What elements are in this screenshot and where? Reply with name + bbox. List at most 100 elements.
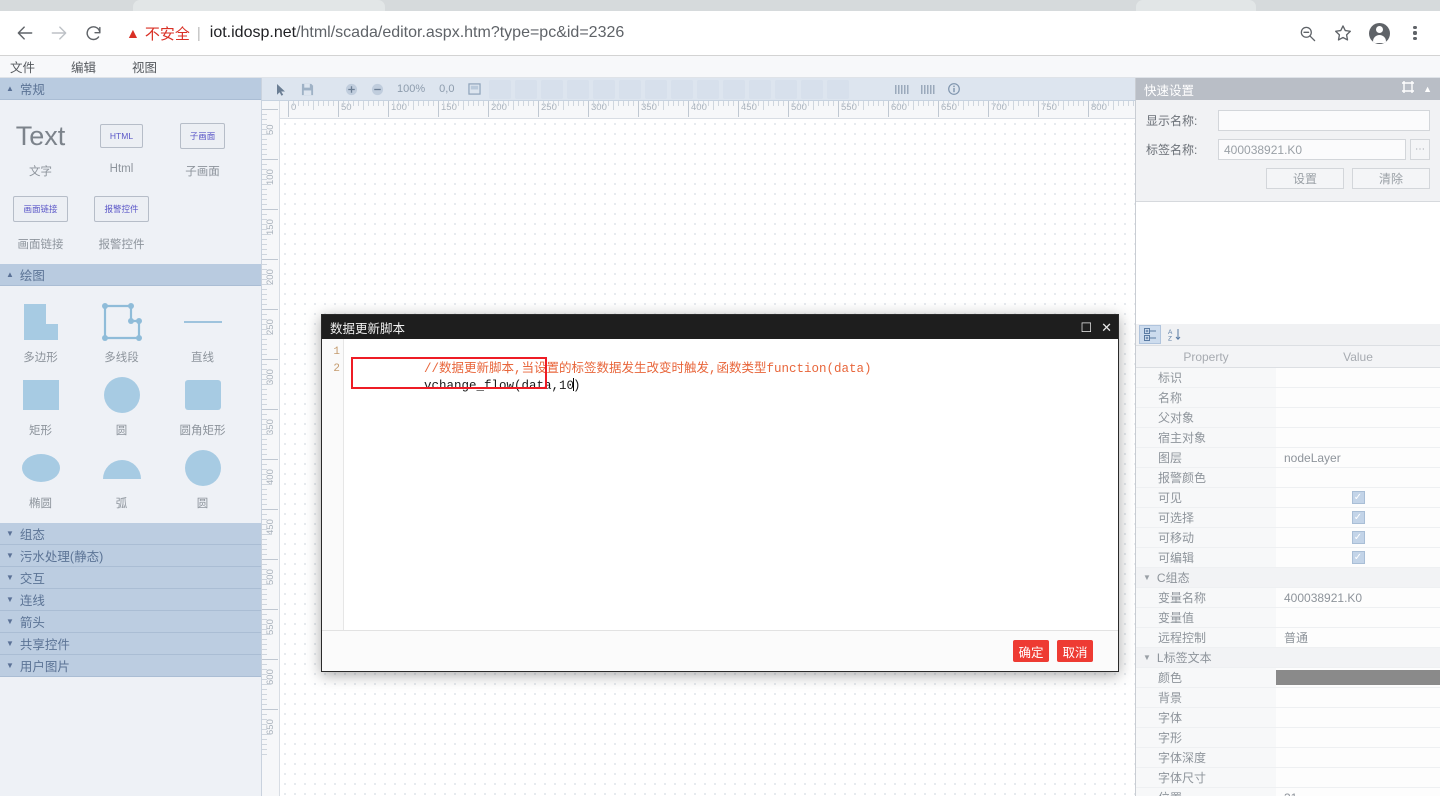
palette-item-arc[interactable]: 弧 xyxy=(81,440,162,513)
star-icon[interactable] xyxy=(1328,18,1358,48)
palette-item-polyline[interactable]: 多线段 xyxy=(81,294,162,367)
reload-icon[interactable] xyxy=(76,16,110,50)
script-editor[interactable]: 1 2 //数据更新脚本,当设置的标签数据发生改变时触发,函数类型functio… xyxy=(322,339,1118,631)
zoom-in-icon[interactable] xyxy=(340,80,362,99)
palette-item-line[interactable]: 直线 xyxy=(162,294,243,367)
property-value[interactable]: ✓ xyxy=(1276,528,1440,547)
set-button[interactable]: 设置 xyxy=(1266,168,1344,189)
address-bar[interactable]: ▲ 不安全 | iot.idosp.net/html/scada/editor.… xyxy=(116,18,1292,48)
property-value[interactable] xyxy=(1276,388,1440,407)
collapse-triangle-icon[interactable]: ▲ xyxy=(1423,84,1432,94)
toolbar-tool-3-icon[interactable] xyxy=(541,79,564,99)
property-row[interactable]: 颜色 xyxy=(1136,668,1440,688)
property-row[interactable]: 可选择 ✓ xyxy=(1136,508,1440,528)
property-value[interactable]: ✓ xyxy=(1276,508,1440,527)
toolbar-tool-5-icon[interactable] xyxy=(593,79,616,99)
palette-item-rectangle[interactable]: 矩形 xyxy=(0,367,81,440)
menu-item-edit[interactable]: 编辑 xyxy=(71,57,96,76)
checkbox[interactable]: ✓ xyxy=(1351,511,1365,524)
editor-code[interactable]: //数据更新脚本,当设置的标签数据发生改变时触发,函数类型function(da… xyxy=(344,339,1118,630)
palette-item-screen-link[interactable]: 画面链接 画面链接 xyxy=(0,181,81,254)
toolbar-tool-10-icon[interactable] xyxy=(723,79,746,99)
cursor-select-icon[interactable] xyxy=(270,80,292,99)
property-row[interactable]: 背景 xyxy=(1136,688,1440,708)
property-row[interactable]: 变量名称 400038921.K0 xyxy=(1136,588,1440,608)
palette-section-wastewater[interactable]: ▼ 污水处理(静态) xyxy=(0,545,261,567)
property-row[interactable]: 可移动 ✓ xyxy=(1136,528,1440,548)
property-group-header[interactable]: ▼ L标签文本 xyxy=(1136,648,1440,668)
palette-item-text[interactable]: Text 文字 xyxy=(0,108,81,181)
property-value[interactable] xyxy=(1276,748,1440,767)
cancel-button[interactable]: 取消 xyxy=(1057,640,1093,662)
property-row[interactable]: 字体深度 xyxy=(1136,748,1440,768)
fit-screen-icon[interactable] xyxy=(463,80,485,99)
menu-item-view[interactable]: 视图 xyxy=(132,57,157,76)
palette-section-zutai[interactable]: ▼ 组态 xyxy=(0,523,261,545)
checkbox[interactable]: ✓ xyxy=(1351,551,1365,564)
palette-section-header-general[interactable]: ▲ 常规 xyxy=(0,78,261,100)
palette-section-shared-widgets[interactable]: ▼ 共享控件 xyxy=(0,633,261,655)
color-swatch[interactable] xyxy=(1276,670,1440,685)
property-value[interactable] xyxy=(1276,608,1440,627)
property-value[interactable]: 400038921.K0 xyxy=(1276,588,1440,607)
property-row[interactable]: 字形 xyxy=(1136,728,1440,748)
property-row[interactable]: 字体 xyxy=(1136,708,1440,728)
palette-section-interaction[interactable]: ▼ 交互 xyxy=(0,567,261,589)
property-value[interactable]: ✓ xyxy=(1276,548,1440,567)
palette-section-user-images[interactable]: ▼ 用户图片 xyxy=(0,655,261,677)
toolbar-tool-1-icon[interactable] xyxy=(489,79,512,99)
align-left-icon[interactable] xyxy=(891,80,913,99)
display-name-input[interactable] xyxy=(1218,110,1430,131)
back-arrow-icon[interactable] xyxy=(8,16,42,50)
palette-item-html[interactable]: HTML Html xyxy=(81,108,162,181)
save-icon[interactable] xyxy=(296,80,318,99)
toolbar-tool-2-icon[interactable] xyxy=(515,79,538,99)
property-row[interactable]: 位置31 xyxy=(1136,788,1440,796)
move-handle-icon[interactable] xyxy=(1401,80,1415,99)
palette-item-rounded-rectangle[interactable]: 圆角矩形 xyxy=(162,367,243,440)
palette-section-connector[interactable]: ▼ 连线 xyxy=(0,589,261,611)
property-value[interactable]: 普通 xyxy=(1276,628,1440,647)
zoom-out-icon[interactable] xyxy=(366,80,388,99)
browser-tab[interactable] xyxy=(133,0,385,11)
ellipsis-browse-icon[interactable]: ⋯ xyxy=(1410,139,1430,160)
property-value[interactable] xyxy=(1276,468,1440,487)
palette-item-ellipse[interactable]: 椭圆 xyxy=(0,440,81,513)
palette-item-circle2[interactable]: 圆 xyxy=(162,440,243,513)
property-value[interactable] xyxy=(1276,428,1440,447)
property-value[interactable]: nodeLayer xyxy=(1276,448,1440,467)
property-row[interactable]: 可见 ✓ xyxy=(1136,488,1440,508)
property-grid[interactable]: 标识 名称 父对象 宿主对象 图层 nodeLayer 报警颜色 可见 ✓ 可选择 ✓ 可移动 ✓ 可编辑… xyxy=(1136,368,1440,796)
property-value[interactable] xyxy=(1276,668,1440,687)
zoom-out-icon[interactable] xyxy=(1292,18,1322,48)
property-row[interactable]: 报警颜色 xyxy=(1136,468,1440,488)
toolbar-tool-8-icon[interactable] xyxy=(671,79,694,99)
browser-tab-secondary[interactable] xyxy=(1136,0,1256,11)
toolbar-tool-7-icon[interactable] xyxy=(645,79,668,99)
property-row[interactable]: 宿主对象 xyxy=(1136,428,1440,448)
checkbox[interactable]: ✓ xyxy=(1351,491,1365,504)
palette-item-polygon[interactable]: 多边形 xyxy=(0,294,81,367)
toolbar-tool-14-icon[interactable] xyxy=(827,79,850,99)
property-row[interactable]: 字体尺寸 xyxy=(1136,768,1440,788)
palette-item-circle[interactable]: 圆 xyxy=(81,367,162,440)
toolbar-tool-11-icon[interactable] xyxy=(749,79,772,99)
palette-item-alarm-widget[interactable]: 报警控件 报警控件 xyxy=(81,181,162,254)
property-row[interactable]: 可编辑 ✓ xyxy=(1136,548,1440,568)
toolbar-tool-4-icon[interactable] xyxy=(567,79,590,99)
menu-item-file[interactable]: 文件 xyxy=(10,57,35,76)
checkbox[interactable]: ✓ xyxy=(1351,531,1365,544)
property-value[interactable] xyxy=(1276,368,1440,387)
property-group-header[interactable]: ▼ C组态 xyxy=(1136,568,1440,588)
close-icon[interactable]: ✕ xyxy=(1101,321,1112,334)
toolbar-tool-12-icon[interactable] xyxy=(775,79,798,99)
palette-item-subscreen[interactable]: 子画面 子画面 xyxy=(162,108,243,181)
toolbar-tool-9-icon[interactable] xyxy=(697,79,720,99)
palette-section-arrow[interactable]: ▼ 箭头 xyxy=(0,611,261,633)
property-value[interactable]: ✓ xyxy=(1276,488,1440,507)
property-row[interactable]: 标识 xyxy=(1136,368,1440,388)
align-right-icon[interactable] xyxy=(917,80,939,99)
categorize-tree-icon[interactable] xyxy=(1139,325,1161,344)
property-value[interactable] xyxy=(1276,728,1440,747)
toolbar-tool-6-icon[interactable] xyxy=(619,79,642,99)
